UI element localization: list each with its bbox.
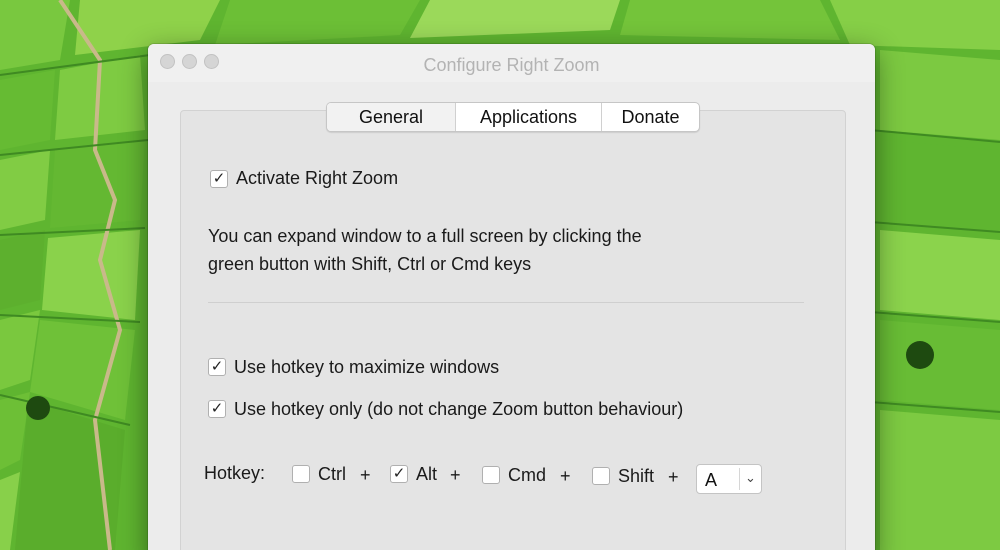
section-divider	[208, 302, 804, 303]
activate-right-zoom-checkbox[interactable]: ✓	[210, 170, 228, 188]
alt-checkbox[interactable]: ✓	[390, 465, 408, 483]
settings-window: Configure Right Zoom General Application…	[148, 44, 875, 550]
shift-checkbox[interactable]	[592, 467, 610, 485]
plus-sign: +	[668, 467, 679, 487]
description-line-2: green button with Shift, Ctrl or Cmd key…	[208, 254, 532, 274]
description-line-1: You can expand window to a full screen b…	[208, 226, 642, 246]
activate-right-zoom-label: Activate Right Zoom	[236, 168, 399, 188]
tab-general[interactable]: General	[327, 103, 455, 131]
hotkey-key-value: A	[705, 470, 718, 490]
hotkey-only-label: Use hotkey only (do not change Zoom butt…	[234, 399, 684, 419]
shift-label: Shift	[618, 466, 655, 486]
ctrl-label: Ctrl	[318, 464, 346, 484]
tab-bar: General Applications Donate	[326, 102, 700, 132]
alt-label: Alt	[416, 464, 438, 484]
hotkey-label: Hotkey:	[204, 463, 266, 483]
use-hotkey-label: Use hotkey to maximize windows	[234, 357, 500, 377]
ctrl-checkbox[interactable]	[292, 465, 310, 483]
chevron-down-icon: ⌄	[745, 470, 756, 485]
plus-sign: +	[450, 465, 461, 485]
tab-donate[interactable]: Donate	[601, 103, 699, 131]
window-titlebar: Configure Right Zoom	[148, 44, 875, 82]
select-separator	[739, 468, 740, 490]
desktop-background: Configure Right Zoom General Application…	[0, 0, 1000, 550]
tab-applications[interactable]: Applications	[455, 103, 601, 131]
hotkey-key-select[interactable]: A ⌄	[696, 464, 762, 494]
plus-sign: +	[360, 465, 371, 485]
hotkey-only-checkbox[interactable]: ✓	[208, 400, 226, 418]
window-title: Configure Right Zoom	[423, 55, 600, 75]
use-hotkey-checkbox[interactable]: ✓	[208, 358, 226, 376]
plus-sign: +	[560, 466, 571, 486]
description-text: You can expand window to a full screen b…	[208, 222, 728, 278]
cmd-checkbox[interactable]	[482, 466, 500, 484]
cmd-label: Cmd	[508, 465, 547, 485]
